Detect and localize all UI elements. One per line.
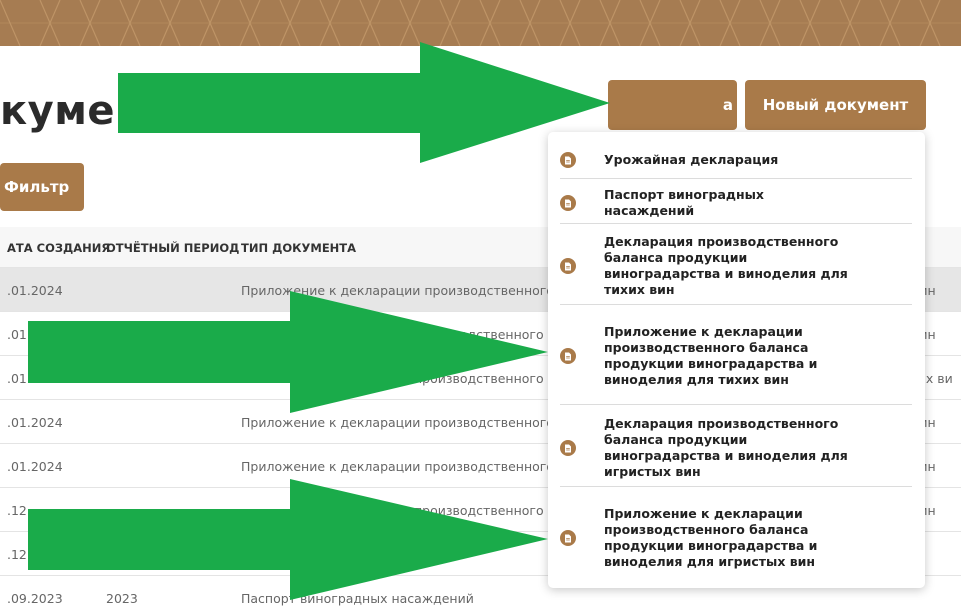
- annotation-arrow-middle: [28, 291, 548, 413]
- annotation-arrow-bottom: [28, 479, 548, 600]
- annotation-arrow-top: [118, 42, 610, 163]
- annotation-arrows: [28, 42, 610, 600]
